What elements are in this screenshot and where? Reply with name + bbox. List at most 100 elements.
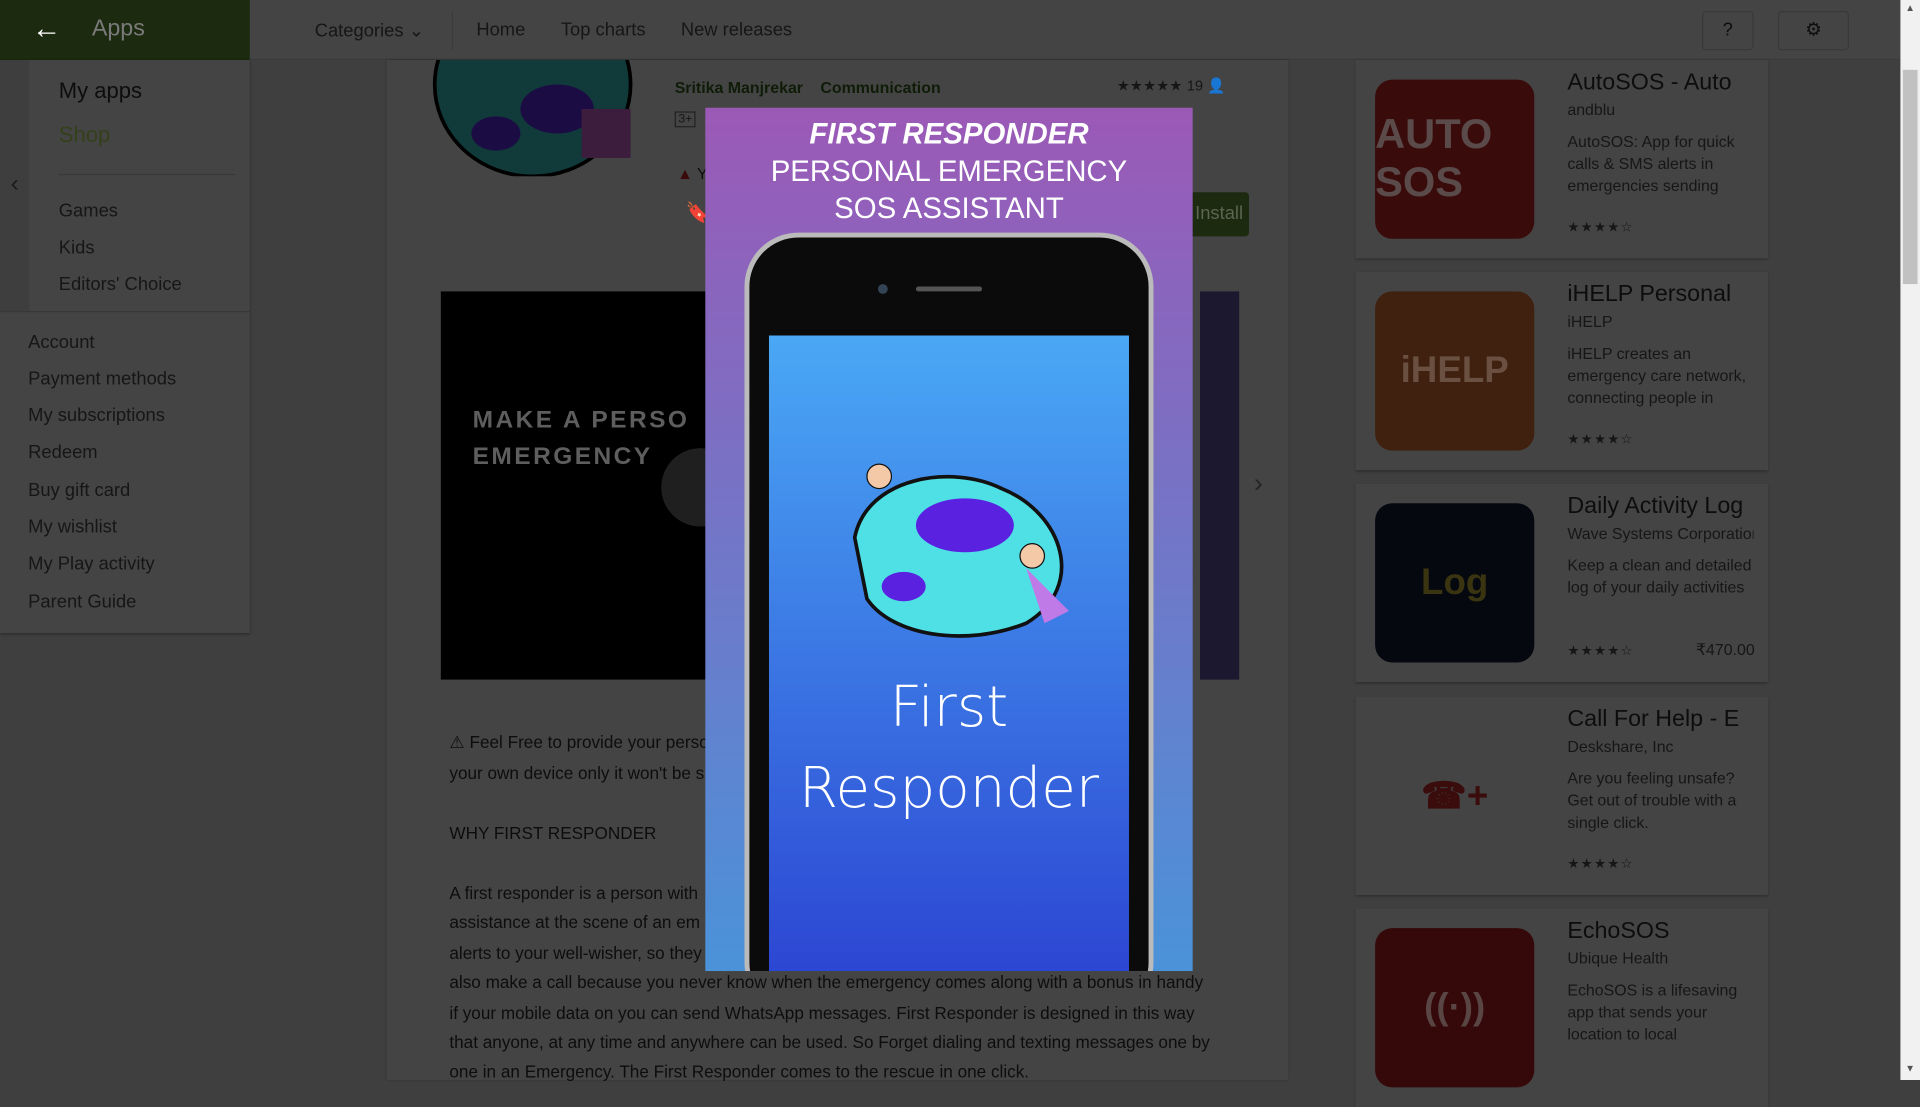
help-icon[interactable]: ?	[1702, 11, 1754, 51]
rating-stars: ★★★★☆	[1567, 644, 1634, 659]
scroll-up-arrow-icon[interactable]: ▲	[1905, 2, 1915, 13]
sidebar-item-redeem[interactable]: Redeem	[28, 442, 97, 463]
similar-app-card[interactable]: AUTO SOS AutoSOS - Auto andblu AutoSOS: …	[1355, 60, 1769, 259]
app-developer[interactable]: Wave Systems Corporation	[1567, 524, 1753, 542]
apps-brand[interactable]: ← Apps	[0, 0, 250, 61]
app-description: Keep a clean and detailed log of your da…	[1567, 555, 1752, 597]
similar-app-card[interactable]: Log Daily Activity Log Wave Systems Corp…	[1355, 483, 1769, 683]
app-icon[interactable]: ☎+	[1375, 716, 1535, 876]
rating-stars: ★★★★☆	[1567, 220, 1634, 236]
rating: ★★★★★ 19 👤	[1117, 77, 1226, 94]
description-line: alerts to your well-wisher, so they	[449, 942, 702, 963]
description-line: if your mobile data on you can send What…	[449, 1002, 1195, 1023]
scroll-down-arrow-icon[interactable]: ▼	[1905, 1063, 1915, 1074]
app-developer[interactable]: Deskshare, Inc	[1567, 737, 1753, 755]
top-bar: ← Apps Categories ⌄ Home Top charts New …	[0, 0, 1901, 61]
sidebar: ‹ My apps Shop Games Kids Editors' Choic…	[0, 60, 250, 634]
app-name[interactable]: EchoSOS	[1567, 918, 1753, 945]
collapse-chevron-left-icon[interactable]: ‹	[0, 60, 30, 312]
sidebar-item-my-apps[interactable]: My apps	[59, 78, 142, 104]
screen-text-line: First	[889, 673, 1009, 740]
age-rating-badge: 3+	[674, 111, 697, 128]
divider	[58, 173, 236, 176]
phone-screen: First Responder	[768, 335, 1129, 972]
description-line: one in an Emergency. The First Responder…	[449, 1061, 1030, 1082]
description-heading: WHY FIRST RESPONDER	[449, 822, 657, 843]
screen-text-line: Responder	[798, 754, 1100, 821]
chevron-down-icon: ⌄	[408, 20, 425, 42]
nav-categories[interactable]: Categories ⌄	[315, 20, 424, 42]
divider	[0, 311, 250, 313]
scrollbar[interactable]: ▲ ▼	[1900, 0, 1920, 1081]
gear-icon[interactable]: ⚙	[1777, 11, 1849, 51]
app-description: EchoSOS is a lifesaving app that sends y…	[1567, 980, 1738, 1044]
similar-app-card[interactable]: ((·)) EchoSOS Ubique Health EchoSOS is a…	[1355, 908, 1769, 1107]
screenshot-title: FIRST RESPONDER	[809, 117, 1089, 151]
description-line: assistance at the scene of an em	[449, 912, 701, 932]
app-name[interactable]: AutoSOS - Auto	[1567, 70, 1753, 97]
promo-video[interactable]: MAKE A PERSO EMERGENCY	[440, 291, 740, 680]
app-description: AutoSOS: App for quick calls & SMS alert…	[1567, 132, 1735, 195]
app-price[interactable]: ₹470.00	[1696, 640, 1755, 660]
sidebar-item-parent-guide[interactable]: Parent Guide	[28, 591, 136, 612]
nav-categories-label: Categories	[314, 20, 404, 42]
app-icon[interactable]: Log	[1375, 503, 1535, 663]
rating-stars: ★★★★☆	[1567, 432, 1634, 447]
sidebar-item-account[interactable]: Account	[28, 332, 94, 353]
screenshot-thumbnail[interactable]	[1200, 291, 1240, 680]
category-link[interactable]: Communication	[820, 78, 940, 96]
app-developer[interactable]: Ubique Health	[1567, 949, 1753, 967]
app-icon[interactable]: iHELP	[1375, 291, 1535, 451]
chevron-right-icon[interactable]: ›	[1254, 468, 1263, 500]
rating-stars: ★★★★★	[1116, 77, 1183, 95]
sidebar-item-games[interactable]: Games	[59, 201, 118, 222]
scrollbar-thumb[interactable]	[1902, 69, 1918, 285]
sidebar-item-payment-methods[interactable]: Payment methods	[28, 369, 176, 390]
back-arrow-icon[interactable]: ←	[32, 12, 61, 46]
sidebar-item-my-wishlist[interactable]: My wishlist	[28, 517, 117, 538]
app-icon[interactable]: ((·))	[1375, 928, 1535, 1088]
app-description: Are you feeling unsafe? Get out of troub…	[1567, 768, 1737, 832]
description-line: A first responder is a person with	[449, 882, 699, 903]
description-line: that anyone, at any time and anywhere ca…	[449, 1032, 1210, 1052]
rating-count: 19	[1186, 77, 1204, 95]
similar-app-card[interactable]: iHELP iHELP Personal iHELP iHELP creates…	[1355, 271, 1769, 471]
app-developer[interactable]: andblu	[1567, 100, 1753, 118]
app-name[interactable]: Call For Help - E	[1567, 707, 1753, 734]
sidebar-item-kids[interactable]: Kids	[59, 238, 95, 259]
app-icon	[422, 60, 642, 177]
app-description: iHELP creates an emergency care network,…	[1567, 344, 1747, 407]
warning-icon: ▲ Y	[677, 164, 708, 183]
description-line: your own device only it won't be s	[449, 762, 705, 783]
app-developer[interactable]: iHELP	[1567, 312, 1753, 330]
app-name[interactable]: Daily Activity Log	[1567, 493, 1753, 520]
phone-mockup: First Responder	[744, 232, 1154, 972]
sidebar-item-editors-choice[interactable]: Editors' Choice	[59, 274, 182, 295]
sidebar-item-my-subscriptions[interactable]: My subscriptions	[28, 405, 165, 426]
divider	[451, 12, 454, 49]
hug-illustration	[852, 463, 1069, 638]
video-text: MAKE A PERSO EMERGENCY	[472, 406, 690, 471]
app-name[interactable]: iHELP Personal	[1567, 282, 1753, 309]
brand-title: Apps	[91, 15, 145, 42]
screenshot-lightbox: FIRST RESPONDER PERSONAL EMERGENCY SOS AS…	[705, 107, 1193, 972]
nav-home[interactable]: Home	[476, 20, 525, 41]
screen-text: First Responder	[769, 666, 1129, 828]
screenshot-subtitle: PERSONAL EMERGENCY SOS ASSISTANT	[705, 154, 1192, 227]
sidebar-item-my-play-activity[interactable]: My Play activity	[28, 553, 155, 574]
speaker	[915, 286, 983, 292]
subtitle-line: PERSONAL EMERGENCY	[770, 155, 1128, 189]
subtitle-line: SOS ASSISTANT	[834, 192, 1064, 226]
developer-link[interactable]: Sritika Manjrekar	[675, 78, 803, 96]
description-line: also make a call because you never know …	[449, 972, 1204, 992]
sidebar-item-buy-gift-card[interactable]: Buy gift card	[28, 480, 130, 501]
camera	[877, 284, 888, 294]
description-line: ⚠ Feel Free to provide your perso	[449, 732, 709, 752]
nav-top-charts[interactable]: Top charts	[561, 20, 646, 41]
person-icon: 👤	[1207, 77, 1226, 95]
sidebar-item-shop[interactable]: Shop	[59, 122, 110, 148]
nav-new-releases[interactable]: New releases	[681, 20, 792, 41]
rating-stars: ★★★★☆	[1567, 857, 1634, 872]
app-icon[interactable]: AUTO SOS	[1375, 79, 1535, 239]
similar-app-card[interactable]: ☎+ Call For Help - E Deskshare, Inc Are …	[1355, 696, 1769, 896]
